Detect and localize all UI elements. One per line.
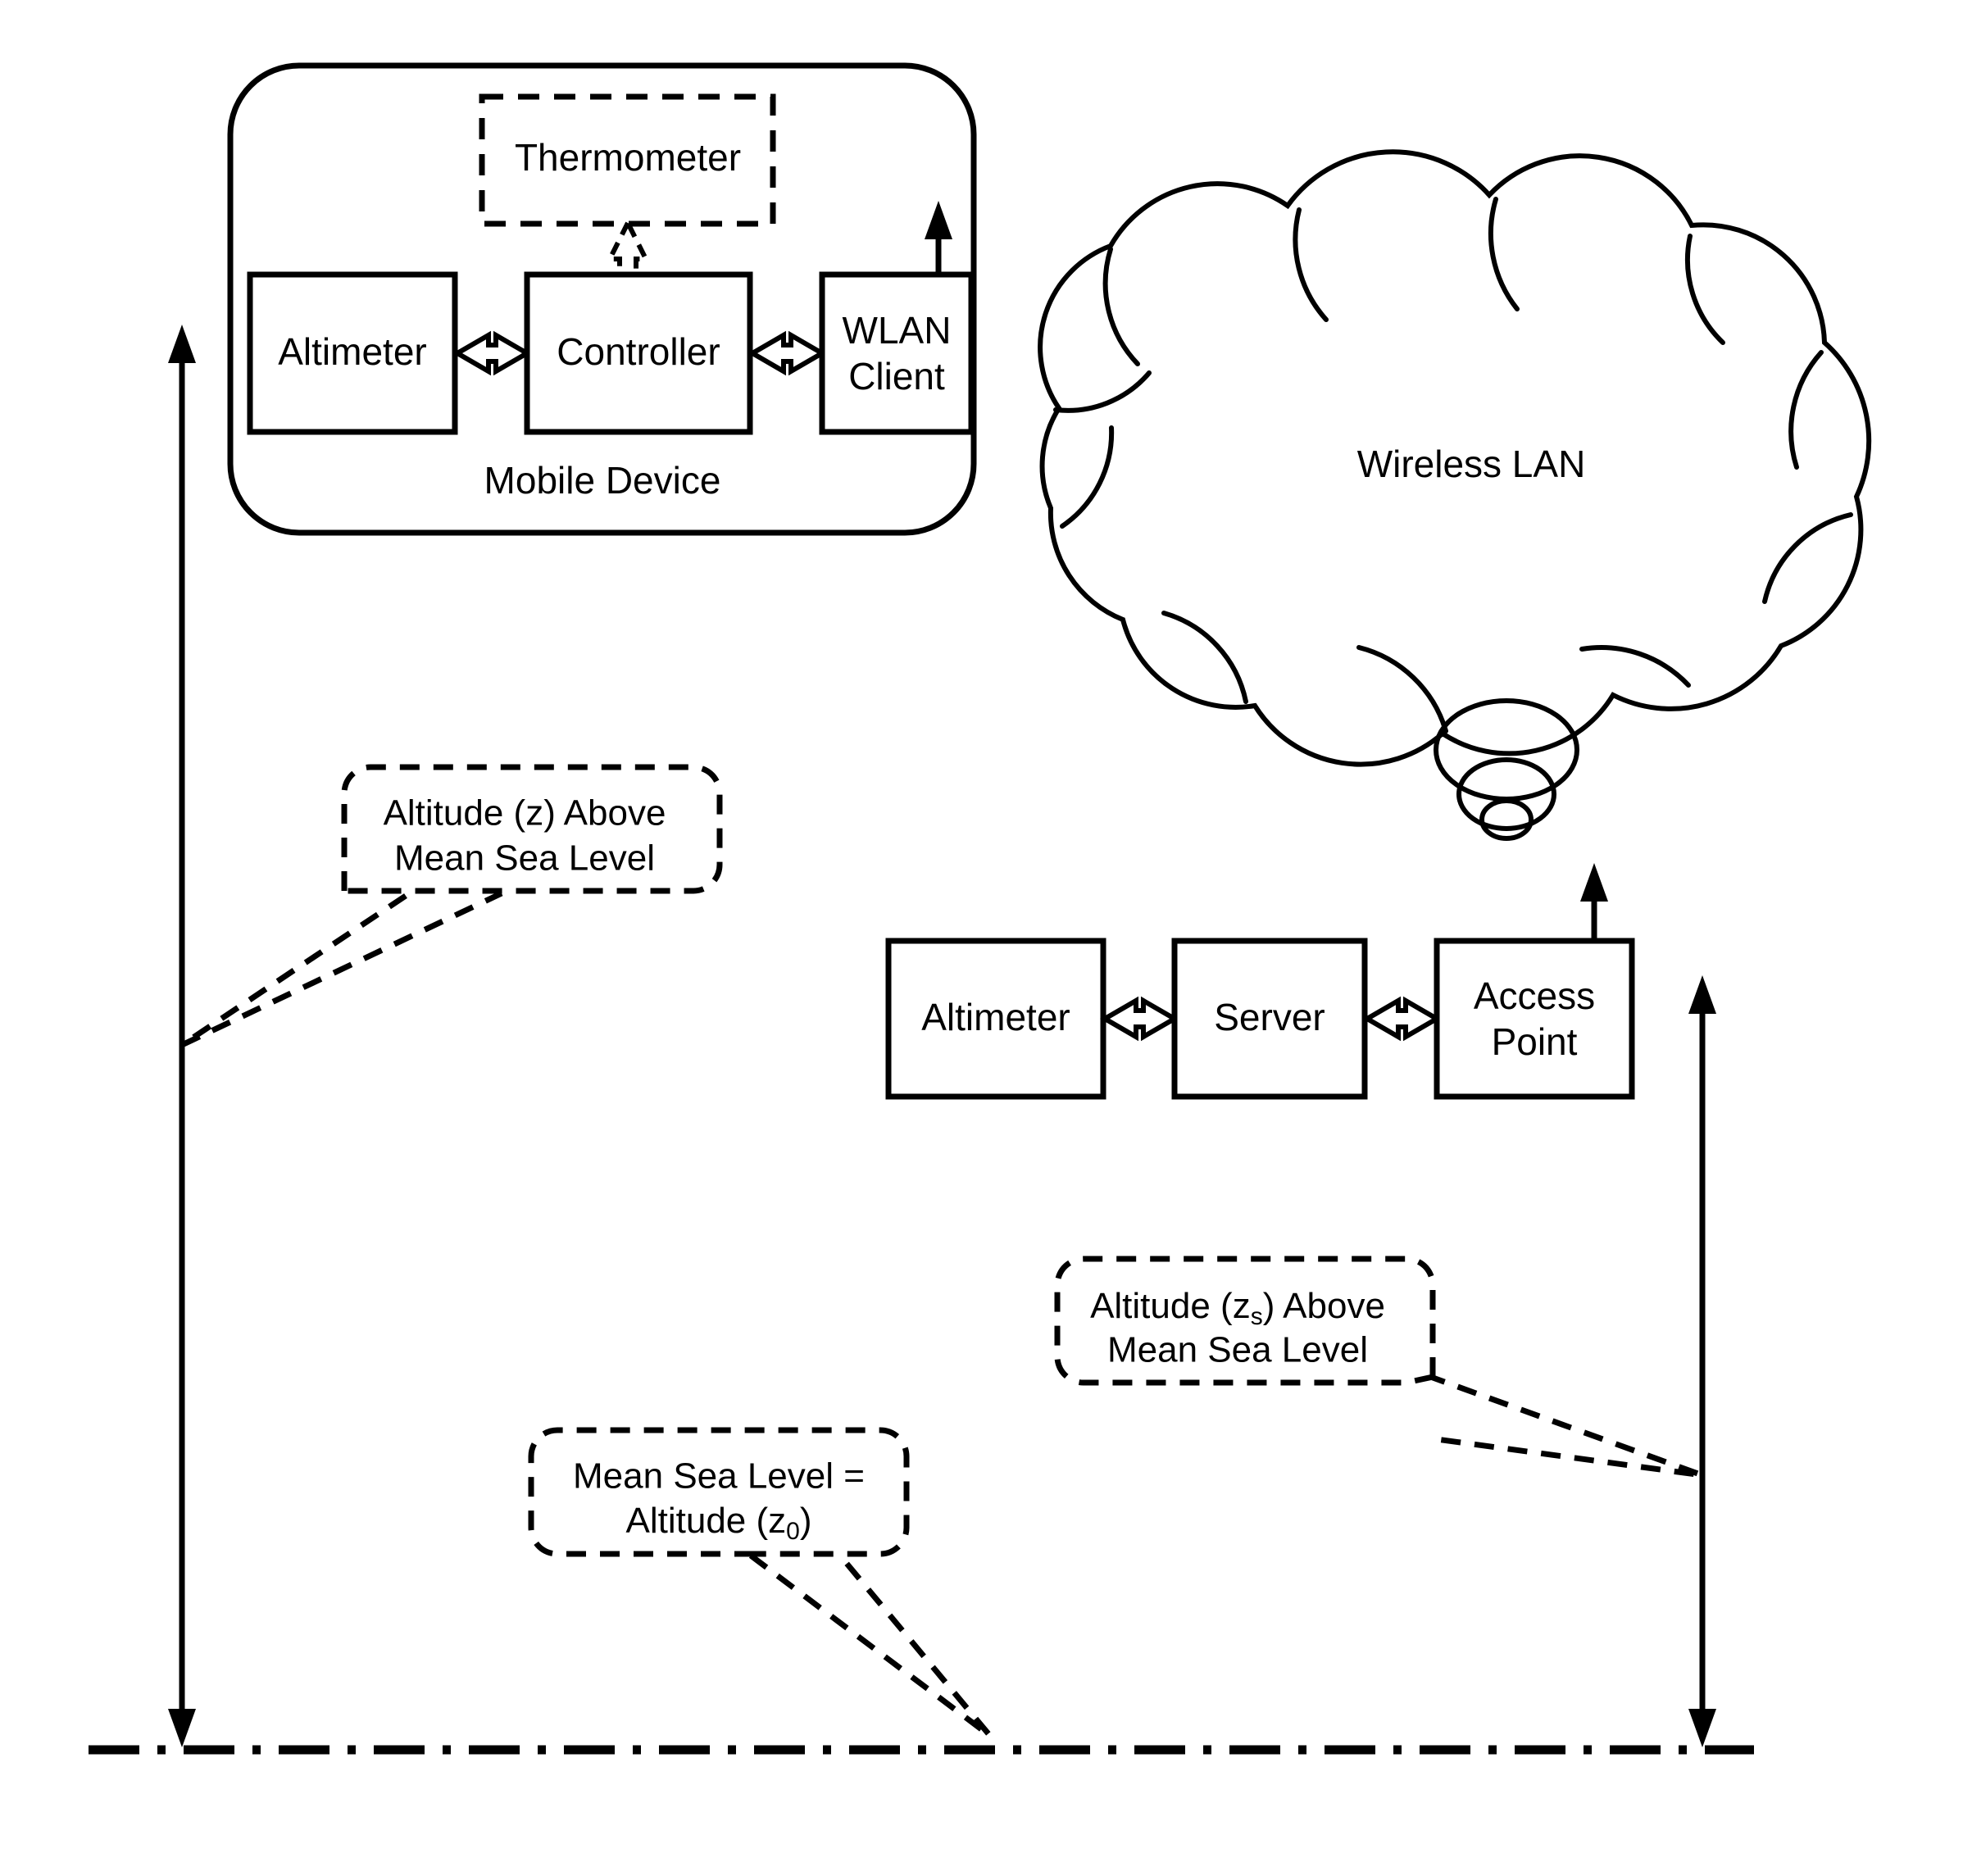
wlan-client-block[interactable]: WLAN Client — [819, 271, 975, 435]
callout-mean-sea-level-line1: Mean Sea Level = — [573, 1456, 865, 1497]
callout-mean-sea-level[interactable]: Mean Sea Level = Altitude (z0) — [528, 1427, 993, 1738]
wireless-lan-label: Wireless LAN — [1357, 443, 1586, 485]
callout-mean-sea-level-line2-sub: 0 — [786, 1518, 800, 1545]
callout-mean-sea-level-line2: Altitude (z0) — [626, 1501, 812, 1545]
callout-altitude-z-line1: Altitude (z) Above — [384, 793, 666, 834]
mobile-altitude-axis — [168, 325, 196, 1747]
altimeter-mobile-block[interactable]: Altimeter — [247, 271, 458, 435]
cloud-tail-icon — [1434, 698, 1579, 841]
callout-altitude-zs-line1-post: ) Above — [1263, 1286, 1385, 1326]
callout-altitude-z[interactable]: Altitude (z) Above Mean Sea Level — [180, 764, 723, 1048]
callout-mean-sea-level-line2-post: ) — [800, 1501, 812, 1541]
callout-altitude-zs-line1-pre: Altitude (z — [1090, 1286, 1251, 1326]
access-point-block[interactable]: Access Point — [1434, 938, 1635, 1100]
callout-altitude-zs-line1-sub: s — [1251, 1303, 1263, 1330]
controller-block[interactable]: Controller — [524, 271, 753, 435]
server-block[interactable]: Server — [1171, 938, 1368, 1100]
callout-altitude-zs-line2: Mean Sea Level — [1107, 1330, 1368, 1370]
access-point-label-line1: Access — [1474, 974, 1595, 1017]
callout-altitude-zs-line1: Altitude (zs) Above — [1090, 1286, 1385, 1330]
server-altitude-axis — [1688, 975, 1716, 1747]
mobile-device-label: Mobile Device — [484, 459, 721, 502]
altimeter-server-side-label: Altimeter — [921, 996, 1070, 1038]
diagram-canvas: Mobile Device Thermometer Altimeter Cont… — [0, 0, 1963, 1876]
server-accesspoint-connector-icon — [1362, 996, 1442, 1042]
altimeter-server-connector-icon — [1100, 996, 1179, 1042]
callout-altitude-z-line2: Mean Sea Level — [394, 838, 655, 879]
access-point-label-line2: Point — [1492, 1020, 1578, 1063]
wlan-client-label-line2: Client — [848, 355, 945, 397]
altimeter-server-side-block[interactable]: Altimeter — [885, 938, 1106, 1100]
controller-label: Controller — [557, 330, 720, 373]
callout-altitude-zs[interactable]: Altitude (zs) Above Mean Sea Level — [1054, 1256, 1704, 1479]
altimeter-mobile-label: Altimeter — [278, 330, 426, 373]
wireless-lan-cloud[interactable]: Wireless LAN — [1038, 149, 1872, 767]
wlan-client-outline — [819, 271, 975, 435]
wlan-client-label-line1: WLAN — [843, 309, 952, 352]
access-point-outline — [1434, 938, 1635, 1100]
server-label: Server — [1214, 996, 1325, 1038]
altitude-network-diagram: Mobile Device Thermometer Altimeter Cont… — [89, 62, 1872, 1755]
access-point-uplink-arrow-icon — [1580, 863, 1608, 941]
callout-mean-sea-level-line2-pre: Altitude (z — [626, 1501, 787, 1541]
thermometer-label: Thermometer — [515, 136, 741, 179]
